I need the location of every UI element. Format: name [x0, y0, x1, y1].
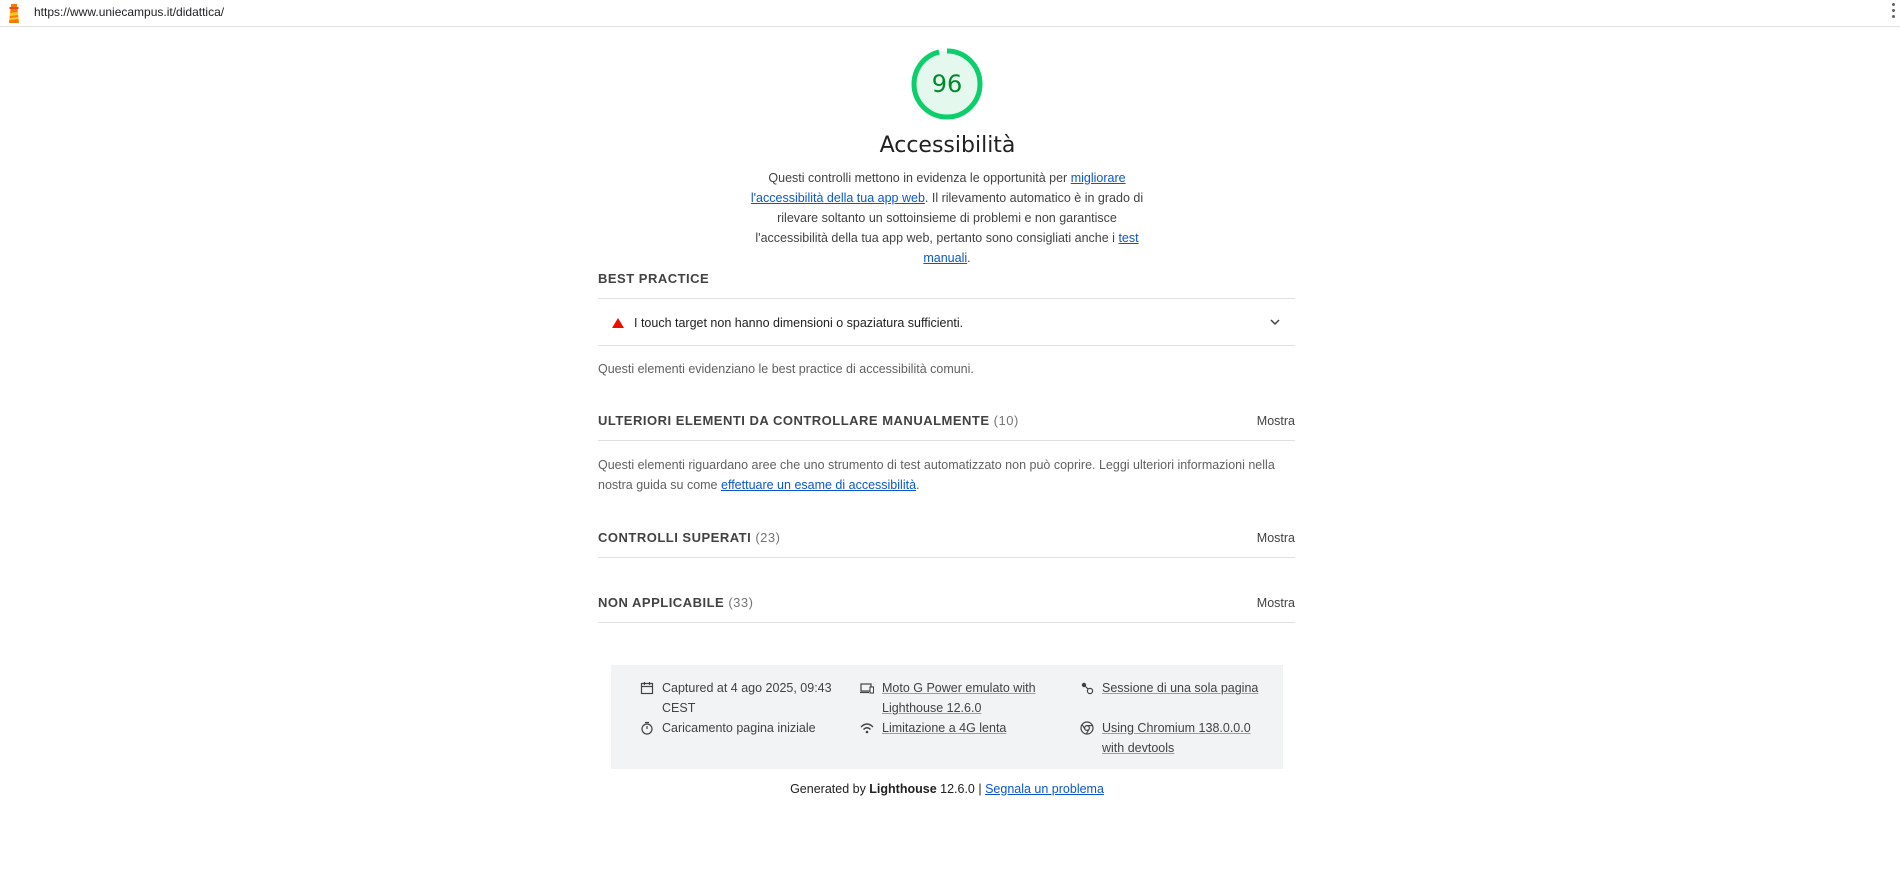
chevron-down-icon[interactable] [1269, 316, 1281, 328]
score-value: 96 [931, 70, 963, 98]
fail-triangle-icon [612, 317, 624, 328]
best-practice-description: Questi elementi evidenziano le best prac… [598, 362, 974, 376]
browser-version[interactable]: Using Chromium 138.0.0.0 with devtools [1080, 718, 1280, 758]
not-applicable-show-toggle[interactable]: Mostra [1257, 596, 1295, 610]
initial-page-load: Caricamento pagina iniziale [640, 718, 830, 738]
session-icon [1081, 682, 1094, 695]
captured-at: Captured at 4 ago 2025, 09:43 CEST [640, 678, 832, 718]
not-applicable-heading[interactable]: NON APPLICABILE (33) Mostra [598, 595, 1295, 623]
manual-checks-section: ULTERIORI ELEMENTI DA CONTROLLARE MANUAL… [598, 413, 1295, 441]
audit-touch-targets[interactable]: I touch target non hanno dimensioni o sp… [598, 300, 1295, 346]
lighthouse-logo-icon [9, 4, 19, 23]
chromium-icon [1080, 721, 1094, 735]
category-description: Questi controlli mettono in evidenza le … [750, 171, 1144, 265]
report-issue-link[interactable]: Segnala un problema [985, 782, 1104, 796]
emulated-device[interactable]: Moto G Power emulato with Lighthouse 12.… [860, 678, 1050, 718]
best-practice-section: BEST PRACTICE [598, 271, 1295, 299]
more-menu-icon[interactable] [1890, 3, 1896, 21]
passed-audits-heading[interactable]: CONTROLLI SUPERATI (23) Mostra [598, 530, 1295, 558]
network-throttling[interactable]: Limitazione a 4G lenta [860, 718, 1050, 738]
manual-checks-heading[interactable]: ULTERIORI ELEMENTI DA CONTROLLARE MANUAL… [598, 413, 1295, 441]
wifi-icon [860, 723, 874, 734]
manual-checks-show-toggle[interactable]: Mostra [1257, 414, 1295, 428]
stopwatch-icon [641, 721, 653, 735]
passed-audits-section: CONTROLLI SUPERATI (23) Mostra [598, 530, 1295, 558]
category-title: Accessibilità [879, 133, 1016, 158]
devices-icon [860, 683, 874, 694]
address-bar: https://www.uniecampus.it/didattica/ [0, 0, 1900, 27]
generated-by-footer: Generated by Lighthouse 12.6.0 | Segnala… [790, 782, 1104, 796]
not-applicable-section: NON APPLICABILE (33) Mostra [598, 595, 1295, 623]
accessibility-review-link[interactable]: effettuare un esame di accessibilità [721, 478, 916, 492]
url-text[interactable]: https://www.uniecampus.it/didattica/ [34, 5, 224, 19]
runtime-settings: Captured at 4 ago 2025, 09:43 CEST Caric… [611, 665, 1283, 769]
lighthouse-name: Lighthouse [869, 782, 937, 796]
audit-title: I touch target non hanno dimensioni o sp… [634, 315, 964, 330]
single-page-session[interactable]: Sessione di una sola pagina [1080, 678, 1280, 698]
best-practice-heading: BEST PRACTICE [598, 271, 1295, 299]
manual-checks-description: Questi elementi riguardano aree che uno … [598, 458, 1275, 492]
calendar-icon [640, 682, 654, 695]
passed-audits-show-toggle[interactable]: Mostra [1257, 531, 1295, 545]
